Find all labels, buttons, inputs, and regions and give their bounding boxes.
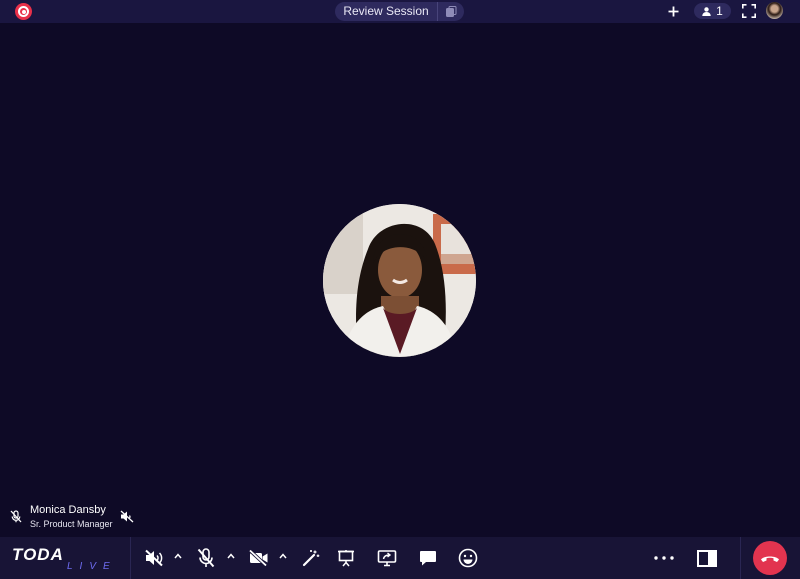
speaker-toggle-button[interactable] — [142, 546, 166, 570]
session-title[interactable]: Review Session — [335, 2, 437, 21]
sidebar-toggle-icon — [697, 549, 717, 567]
effects-button[interactable] — [299, 546, 323, 570]
participant-name-tag: Monica Dansby Sr. Product Manager — [10, 504, 140, 534]
fullscreen-button[interactable] — [741, 3, 757, 19]
avatar[interactable] — [766, 2, 783, 19]
divider — [740, 537, 741, 579]
participants-button[interactable]: 1 — [694, 3, 731, 19]
participant-avatar — [323, 204, 476, 357]
chevron-up-icon — [227, 553, 235, 559]
end-call-button[interactable] — [753, 541, 787, 575]
plus-icon — [668, 6, 679, 17]
present-button[interactable] — [334, 546, 358, 570]
control-bar: TODA LIVE — [0, 537, 800, 579]
participant-name: Monica Dansby — [30, 504, 106, 516]
record-icon — [18, 6, 29, 17]
video-stage: Monica Dansby Sr. Product Manager — [0, 23, 800, 537]
person-icon — [702, 6, 711, 16]
mic-off-icon — [10, 510, 22, 523]
record-button[interactable] — [15, 3, 32, 20]
more-options-button[interactable] — [652, 546, 676, 570]
top-bar: Review Session 1 — [0, 0, 800, 23]
participant-role: Sr. Product Manager — [30, 519, 113, 529]
more-icon — [654, 556, 674, 560]
camera-options-button[interactable] — [278, 551, 288, 561]
speaker-options-button[interactable] — [173, 551, 183, 561]
toda-live-logo: TODA LIVE — [10, 545, 118, 573]
copy-icon[interactable] — [438, 2, 464, 21]
participant-count: 1 — [716, 4, 723, 18]
hang-up-icon — [761, 556, 779, 562]
session-pill: Review Session — [335, 2, 464, 21]
chevron-up-icon — [279, 553, 287, 559]
chevron-up-icon — [174, 553, 182, 559]
screen-share-icon — [377, 550, 397, 567]
mic-options-button[interactable] — [226, 551, 236, 561]
divider — [130, 537, 131, 579]
chat-button[interactable] — [416, 546, 440, 570]
sidebar-toggle-button[interactable] — [695, 546, 719, 570]
mic-toggle-button[interactable] — [194, 546, 218, 570]
logo-text: TODA — [12, 545, 64, 564]
screen-share-button[interactable] — [375, 546, 399, 570]
speaker-off-icon — [145, 549, 163, 567]
reactions-button[interactable] — [456, 546, 480, 570]
camera-toggle-button[interactable] — [247, 546, 271, 570]
chat-icon — [420, 551, 436, 566]
emoji-icon — [458, 548, 478, 568]
mic-off-icon — [197, 548, 215, 568]
magic-wand-icon — [302, 550, 320, 567]
logo-subtext: LIVE — [67, 561, 117, 572]
presentation-icon — [338, 550, 354, 567]
fullscreen-icon — [742, 4, 756, 18]
camera-off-icon — [248, 549, 268, 567]
speaker-off-icon — [120, 510, 134, 523]
add-participant-button[interactable] — [665, 3, 682, 20]
